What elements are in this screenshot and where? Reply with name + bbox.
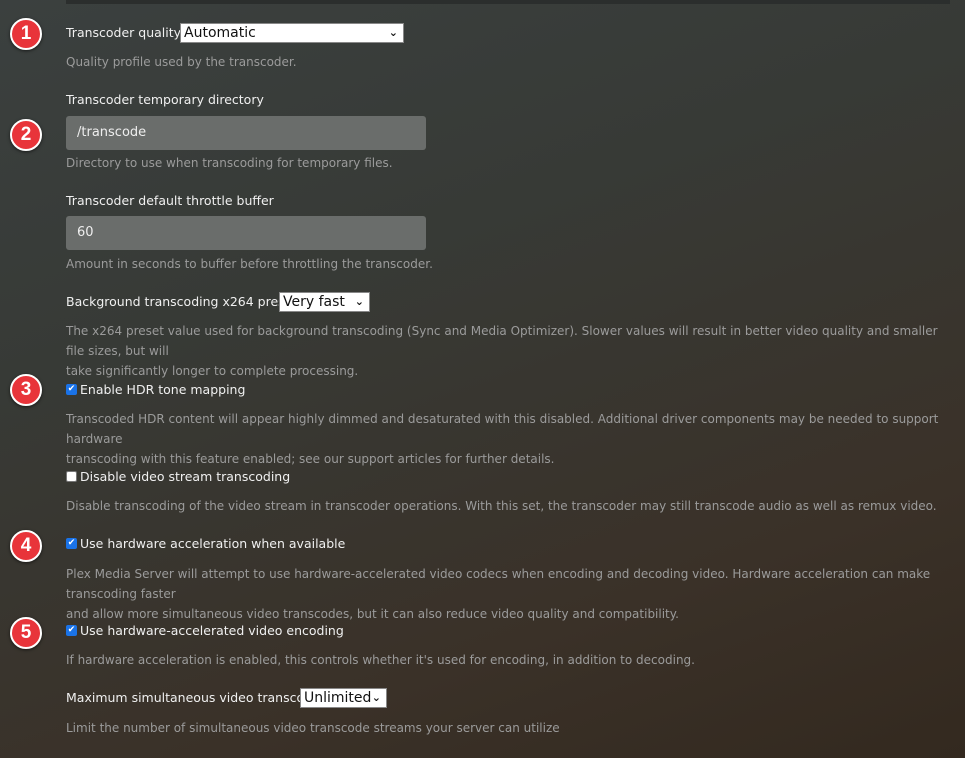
hdr-help: Transcoded HDR content will appear highl… (66, 409, 946, 469)
throttle-label: Transcoder default throttle buffer (66, 193, 274, 208)
help-line: transcoding with this feature enabled; s… (66, 452, 555, 466)
transcoder-quality-help: Quality profile used by the transcoder. (66, 55, 297, 69)
help-line: take significantly longer to complete pr… (66, 364, 359, 378)
temp-dir-help: Directory to use when transcoding for te… (66, 156, 393, 170)
hw-accel-label[interactable]: Use hardware acceleration when available (80, 536, 345, 551)
x264-preset-select[interactable]: Very fast ⌄ (279, 292, 370, 312)
hw-accel-checkbox[interactable]: ✔ (66, 538, 77, 549)
hw-encode-checkbox[interactable]: ✔ (66, 625, 77, 636)
x264-preset-label: Background transcoding x264 preset (66, 294, 298, 309)
transcoder-quality-select[interactable]: Automatic ⌄ (180, 23, 404, 43)
transcoder-quality-label: Transcoder quality (66, 25, 182, 40)
hw-encode-help: If hardware acceleration is enabled, thi… (66, 653, 695, 667)
chevron-down-icon: ⌄ (371, 691, 381, 704)
top-bar (66, 0, 950, 4)
step-badge-2: 2 (10, 119, 42, 151)
hw-accel-help: Plex Media Server will attempt to use ha… (66, 564, 946, 624)
temp-dir-label: Transcoder temporary directory (66, 92, 264, 107)
help-line: Plex Media Server will attempt to use ha… (66, 567, 931, 601)
chevron-down-icon: ⌄ (354, 295, 364, 308)
help-line: Transcoded HDR content will appear highl… (66, 412, 939, 446)
disable-video-label[interactable]: Disable video stream transcoding (80, 469, 290, 484)
step-badge-1: 1 (10, 18, 42, 50)
x264-preset-help: The x264 preset value used for backgroun… (66, 321, 946, 381)
hw-encode-label[interactable]: Use hardware-accelerated video encoding (80, 623, 344, 638)
help-line: and allow more simultaneous video transc… (66, 607, 679, 621)
max-transcode-select[interactable]: Unlimited ⌄ (300, 688, 387, 708)
max-transcode-label: Maximum simultaneous video transcode (66, 690, 320, 705)
hdr-checkbox[interactable]: ✔ (66, 384, 77, 395)
throttle-help: Amount in seconds to buffer before throt… (66, 257, 433, 271)
throttle-input[interactable]: 60 (66, 216, 426, 250)
step-badge-4: 4 (10, 530, 42, 562)
hdr-label[interactable]: Enable HDR tone mapping (80, 382, 245, 397)
selected-value: Automatic (184, 25, 256, 41)
disable-video-help: Disable transcoding of the video stream … (66, 499, 937, 513)
max-transcode-help: Limit the number of simultaneous video t… (66, 721, 560, 735)
selected-value: Very fast (283, 294, 345, 310)
chevron-down-icon: ⌄ (388, 26, 398, 39)
step-badge-5: 5 (10, 617, 42, 649)
temp-dir-input[interactable]: /transcode (66, 116, 426, 150)
selected-value: Unlimited (304, 690, 372, 706)
help-line: The x264 preset value used for backgroun… (66, 324, 938, 358)
step-badge-3: 3 (10, 374, 42, 406)
disable-video-checkbox[interactable] (66, 471, 77, 482)
